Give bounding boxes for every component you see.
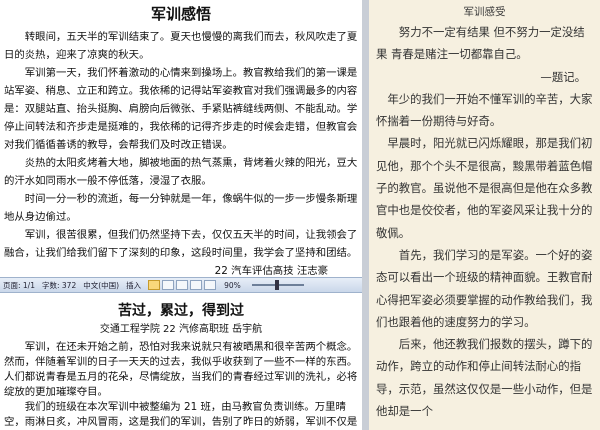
language-indicator[interactable]: 中文(中国): [83, 280, 119, 291]
paragraph-1: 转眼间，五天半的军训结束了。夏天也慢慢的离我们而去，秋风吹走了夏日的炎热，迎来了…: [4, 31, 358, 61]
page-indicator[interactable]: 页面: 1/1: [3, 280, 35, 291]
print-layout-view-button[interactable]: [148, 280, 161, 290]
document-military-training-reflection: 军训感悟 转眼间，五天半的军训结束了。夏天也慢慢的离我们而去，秋风吹走了夏日的炎…: [0, 0, 362, 276]
document-title: 军训感受: [463, 6, 506, 18]
draft-view-button[interactable]: [204, 280, 217, 290]
right-document-pane: 军训感受 努力不一定有结果 但不努力一定没结果 青春是赌注一切都靠自己。 —题记…: [369, 0, 600, 430]
document-title: 军训感悟: [150, 5, 211, 23]
paragraph-4: 时间一分一秒的流逝，每一分钟就是一年，像蜗牛似的一步一步慢条斯理地从身边偷过。: [4, 193, 358, 223]
pane-divider[interactable]: [362, 0, 369, 430]
paragraph-1: 军训，在还未开始之前，恐怕对我来说就只有被晒黑和很辛苦两个概念。然而，伴随着军训…: [4, 341, 358, 398]
outline-view-button[interactable]: [190, 280, 203, 290]
zoom-slider-knob[interactable]: [275, 280, 280, 290]
word-count[interactable]: 字数: 372: [42, 280, 76, 291]
zoom-slider[interactable]: [251, 280, 304, 290]
full-screen-view-button[interactable]: [162, 280, 175, 290]
paragraph-4: 后来，他还教我们报数的摆头，蹲下的动作，跨立的动作和停止间转法耐心的指导，示范，…: [376, 337, 593, 419]
epigraph: 努力不一定有结果 但不努力一定没结果 青春是赌注一切都靠自己。: [376, 25, 585, 62]
web-layout-view-button[interactable]: [176, 280, 189, 290]
signature: 22 汽车评估高技 汪志豪: [214, 265, 328, 276]
document-suffered-tired-gained: 苦过，累过，得到过 交通工程学院 22 汽修高职班 岳宇航 军训，在还未开始之前…: [0, 294, 362, 430]
paragraph-3: 炎热的太阳炙烤着大地，脚被地面的热气蒸熏，背烤着火辣的阳光，豆大的汗水如同雨水一…: [4, 157, 358, 187]
paragraph-3: 首先，我们学习的是军姿。一个好的姿态可以看出一个班级的精神面貌。王教官耐心得把军…: [376, 247, 593, 329]
insert-mode[interactable]: 插入: [126, 280, 141, 291]
paragraph-2: 早晨时，阳光就已闪烁耀眼，那是我们初见他，那个个头不是很高，黢黑带着蓝色帽子的教…: [376, 136, 593, 240]
zoom-level[interactable]: 90%: [224, 281, 241, 290]
paragraph-2: 我们的班级在本次军训中被整编为 21 班，由马教官负责训练。万里晴空，雨淋日炙，…: [4, 401, 358, 428]
paragraph-2: 军训第一天，我们怀着激动的心情来到操场上。教官教给我们的第一课是站军姿、稍息、立…: [4, 67, 358, 151]
document-title: 苦过，累过，得到过: [118, 303, 244, 319]
word-status-bar: 页面: 1/1 字数: 372 中文(中国) 插入 90%: [0, 277, 362, 293]
paragraph-1: 年少的我们一开始不懂军训的辛苦，大家怀揣着一份期待与好奇。: [376, 91, 593, 129]
byline: 交通工程学院 22 汽修高职班 岳宇航: [99, 324, 263, 335]
paragraph-5: 军训，很苦很累，但我们仍然坚持下去，仅仅五天半的时间，让我领会了融合，让我们给我…: [4, 229, 358, 259]
left-document-pane: 军训感悟 转眼间，五天半的军训结束了。夏天也慢慢的离我们而去，秋风吹走了夏日的炎…: [0, 0, 362, 430]
epigraph-attribution: —题记。: [540, 69, 586, 84]
